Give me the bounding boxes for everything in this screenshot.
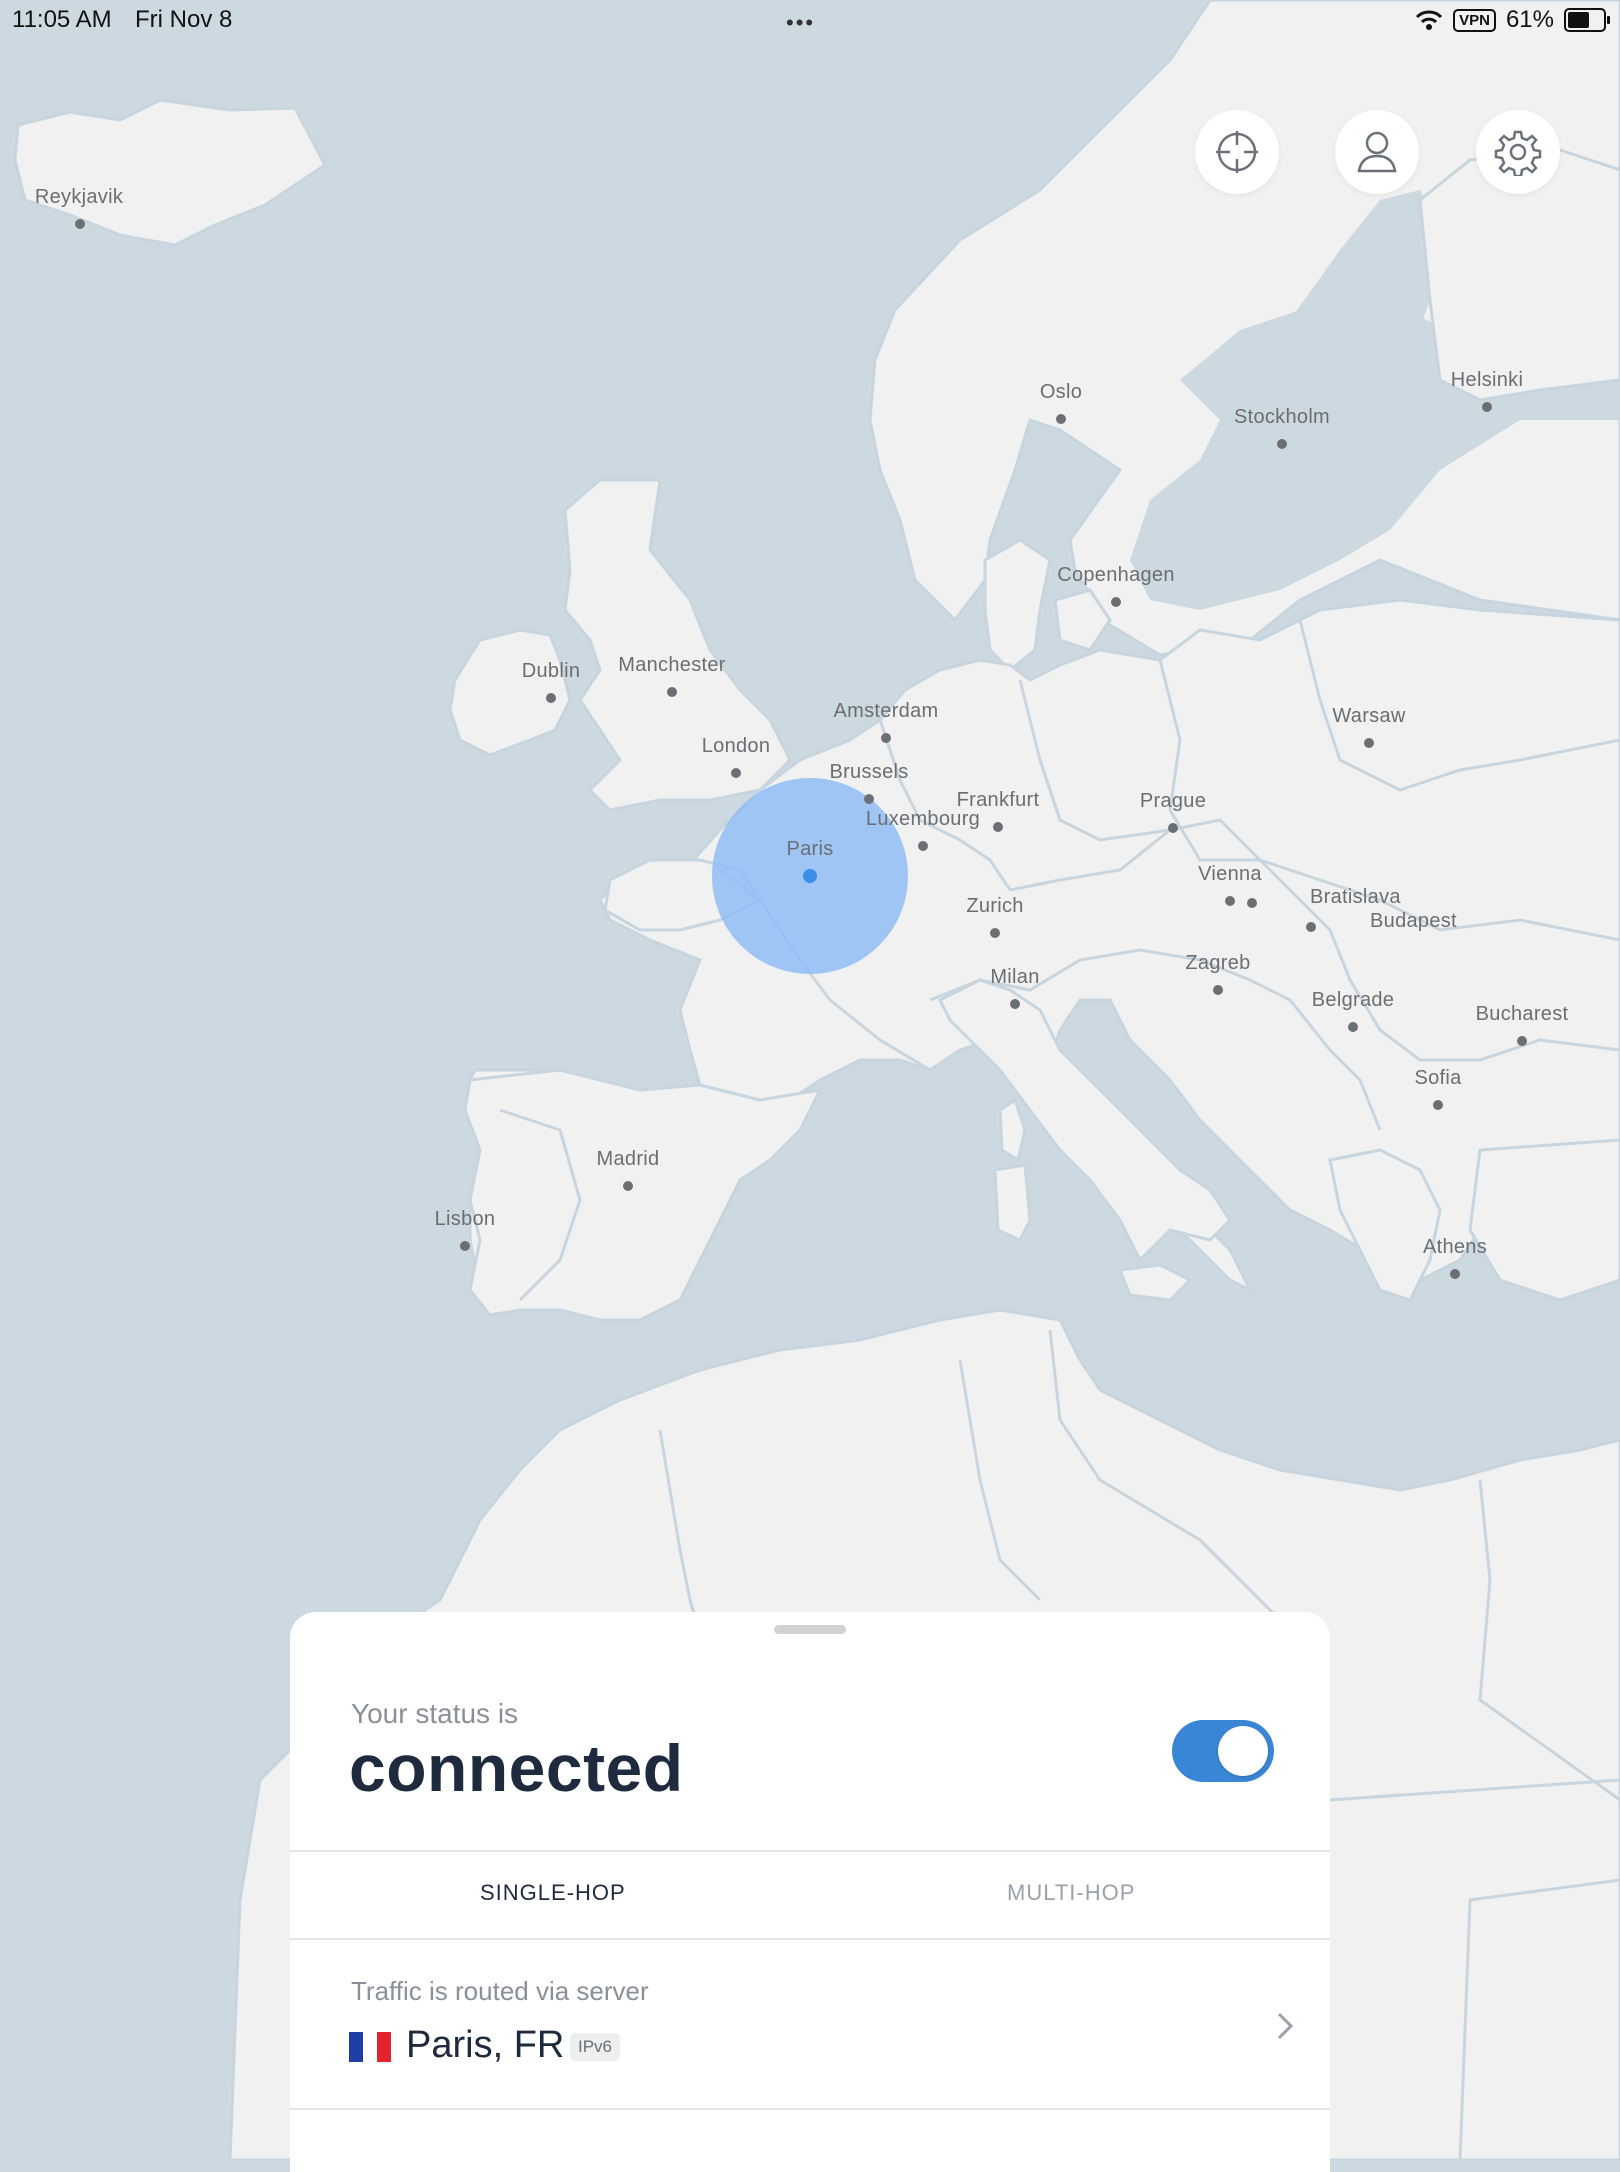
city-dot-warsaw[interactable] bbox=[1364, 738, 1374, 748]
sheet-handle[interactable] bbox=[774, 1625, 846, 1634]
person-icon bbox=[1357, 131, 1397, 173]
city-label-budapest[interactable]: Budapest bbox=[1370, 910, 1457, 932]
city-label-milan[interactable]: Milan bbox=[990, 966, 1039, 988]
city-label-sofia[interactable]: Sofia bbox=[1414, 1067, 1462, 1089]
divider bbox=[290, 1850, 1330, 1852]
city-dot-sofia[interactable] bbox=[1433, 1100, 1443, 1110]
city-label-madrid[interactable]: Madrid bbox=[597, 1148, 660, 1170]
city-dot-frankfurt[interactable] bbox=[993, 822, 1003, 832]
city-label-helsinki[interactable]: Helsinki bbox=[1451, 369, 1523, 391]
connection-sheet: Your status is connected SINGLE-HOP MULT… bbox=[290, 1612, 1330, 2172]
city-dot-brussels[interactable] bbox=[864, 794, 874, 804]
multitasking-dots[interactable]: ••• bbox=[786, 10, 815, 36]
city-label-london[interactable]: London bbox=[702, 735, 771, 757]
crosshair-icon bbox=[1216, 131, 1258, 173]
city-label-warsaw[interactable]: Warsaw bbox=[1332, 705, 1406, 727]
divider bbox=[290, 2108, 1330, 2110]
land-sardinia bbox=[993, 1163, 1032, 1242]
city-label-copenhagen[interactable]: Copenhagen bbox=[1057, 564, 1175, 586]
tab-single-hop[interactable]: SINGLE-HOP bbox=[480, 1880, 626, 1906]
city-dot-manchester[interactable] bbox=[667, 687, 677, 697]
city-dot-prague[interactable] bbox=[1168, 823, 1178, 833]
city-dot-helsinki[interactable] bbox=[1482, 402, 1492, 412]
battery-icon bbox=[1564, 8, 1610, 32]
route-label: Traffic is routed via server bbox=[351, 1976, 649, 2006]
status-label: Your status is bbox=[351, 1698, 519, 1729]
tab-multi-hop[interactable]: MULTI-HOP bbox=[1007, 1880, 1135, 1906]
city-label-brussels[interactable]: Brussels bbox=[829, 761, 908, 783]
city-dot-madrid[interactable] bbox=[623, 1181, 633, 1191]
city-dot-budapest[interactable] bbox=[1306, 922, 1316, 932]
france-flag-icon bbox=[349, 2032, 391, 2062]
city-label-manchester[interactable]: Manchester bbox=[618, 654, 726, 676]
city-dot-dublin[interactable] bbox=[546, 693, 556, 703]
city-dot-stockholm[interactable] bbox=[1277, 439, 1287, 449]
city-label-athens[interactable]: Athens bbox=[1423, 1236, 1487, 1258]
city-dot-paris[interactable] bbox=[803, 869, 817, 883]
city-dot-bratislava[interactable] bbox=[1247, 898, 1257, 908]
city-dot-zagreb[interactable] bbox=[1213, 985, 1223, 995]
city-dot-amsterdam[interactable] bbox=[881, 733, 891, 743]
toggle-knob bbox=[1218, 1726, 1268, 1776]
vpn-badge: VPN bbox=[1453, 8, 1496, 32]
city-dot-athens[interactable] bbox=[1450, 1269, 1460, 1279]
city-label-lisbon[interactable]: Lisbon bbox=[435, 1208, 496, 1230]
city-label-reykjavik[interactable]: Reykjavik bbox=[35, 186, 124, 208]
city-dot-luxembourg[interactable] bbox=[918, 841, 928, 851]
settings-button[interactable] bbox=[1476, 110, 1560, 194]
city-dot-oslo[interactable] bbox=[1056, 414, 1066, 424]
status-date: Fri Nov 8 bbox=[135, 6, 233, 33]
locate-button[interactable] bbox=[1195, 110, 1279, 194]
connection-toggle[interactable] bbox=[1172, 1720, 1274, 1782]
ipv6-badge: IPv6 bbox=[570, 2033, 621, 2061]
city-dot-london[interactable] bbox=[731, 768, 741, 778]
city-dot-copenhagen[interactable] bbox=[1111, 597, 1121, 607]
city-dot-belgrade[interactable] bbox=[1348, 1022, 1358, 1032]
server-name: Paris, FR bbox=[406, 2024, 565, 2066]
city-label-dublin[interactable]: Dublin bbox=[522, 660, 581, 682]
city-label-paris[interactable]: Paris bbox=[786, 838, 833, 860]
city-dot-lisbon[interactable] bbox=[460, 1241, 470, 1251]
account-button[interactable] bbox=[1335, 110, 1419, 194]
city-label-oslo[interactable]: Oslo bbox=[1040, 381, 1082, 403]
connection-status: connected bbox=[349, 1731, 684, 1805]
city-label-amsterdam[interactable]: Amsterdam bbox=[834, 700, 939, 722]
city-label-bucharest[interactable]: Bucharest bbox=[1476, 1003, 1569, 1025]
city-label-zurich[interactable]: Zurich bbox=[966, 895, 1023, 917]
city-dot-milan[interactable] bbox=[1010, 999, 1020, 1009]
city-label-belgrade[interactable]: Belgrade bbox=[1312, 989, 1394, 1011]
city-dot-zurich[interactable] bbox=[990, 928, 1000, 938]
chevron-right-icon[interactable] bbox=[1275, 2010, 1295, 2042]
status-time: 11:05 AM bbox=[12, 6, 112, 33]
battery-percent: 61% bbox=[1505, 6, 1554, 33]
city-label-bratislava[interactable]: Bratislava bbox=[1310, 886, 1401, 908]
city-dot-reykjavik[interactable] bbox=[75, 219, 85, 229]
city-label-vienna[interactable]: Vienna bbox=[1198, 863, 1262, 885]
gear-icon bbox=[1494, 130, 1542, 176]
city-label-luxembourg[interactable]: Luxembourg bbox=[866, 808, 980, 830]
city-label-stockholm[interactable]: Stockholm bbox=[1234, 406, 1330, 428]
city-dot-bucharest[interactable] bbox=[1517, 1036, 1527, 1046]
status-bar: 11:05 AM Fri Nov 8 ••• VPN 61% bbox=[0, 0, 1620, 40]
city-label-zagreb[interactable]: Zagreb bbox=[1185, 952, 1250, 974]
wifi-icon bbox=[1416, 10, 1443, 30]
city-dot-vienna[interactable] bbox=[1225, 896, 1235, 906]
city-label-prague[interactable]: Prague bbox=[1140, 790, 1206, 812]
